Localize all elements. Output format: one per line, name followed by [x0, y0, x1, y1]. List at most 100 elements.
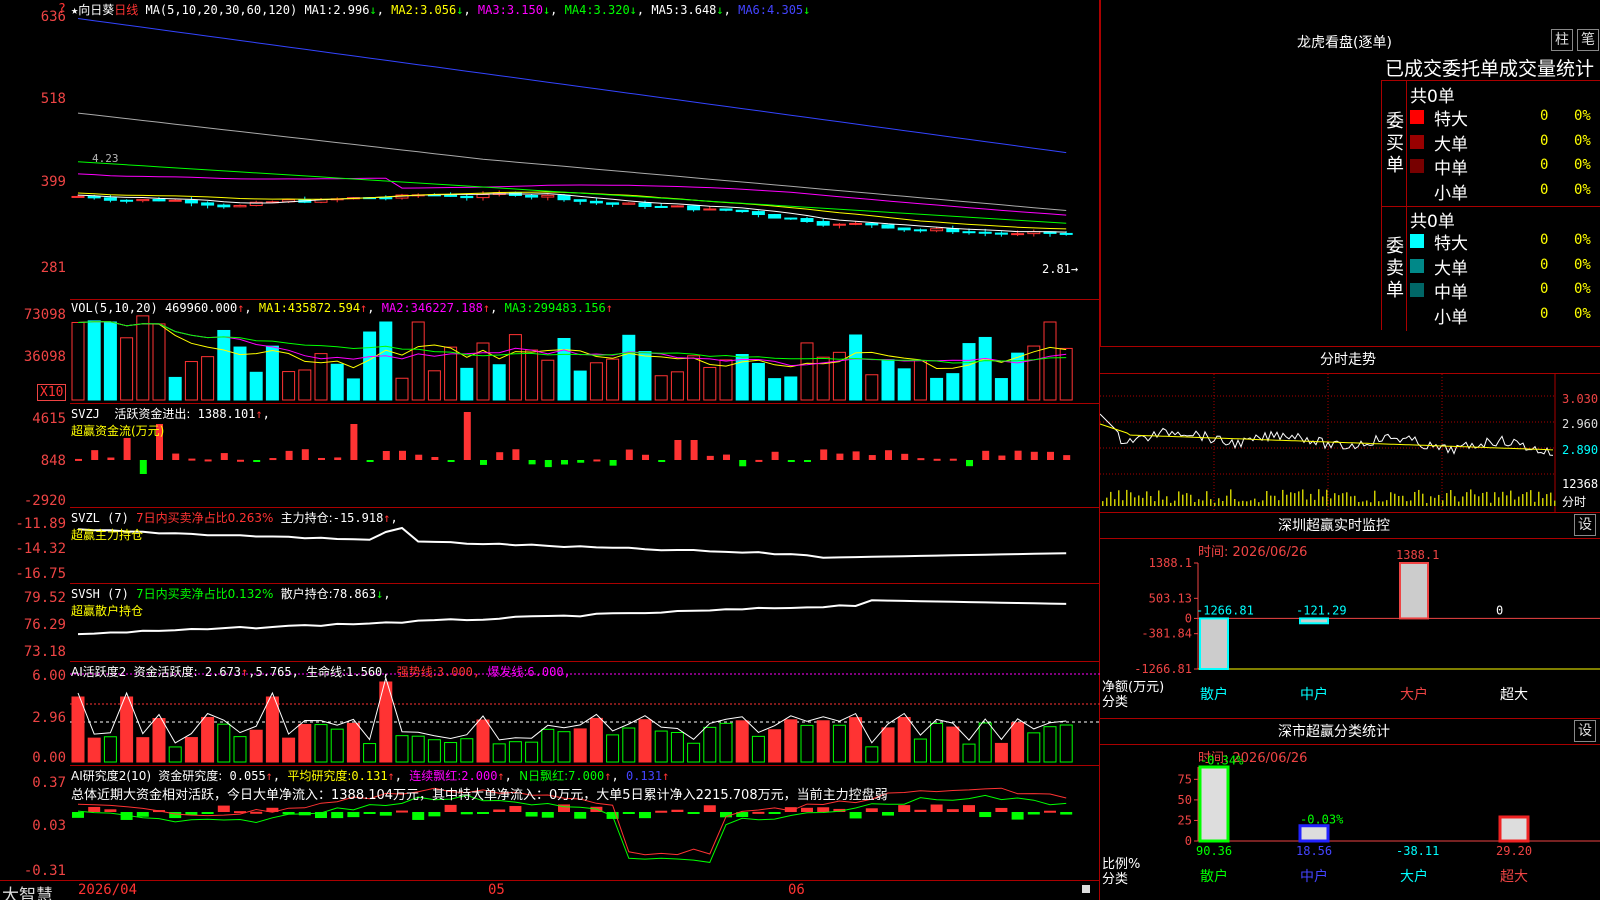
- activity-bar: [525, 741, 539, 763]
- ai1-y-label: 2.96: [32, 710, 66, 726]
- monitor-chart[interactable]: 1388.1 503.13 0 -381.84 -1266.81 -1266.81 散户 -1…: [1100, 513, 1600, 719]
- candle-body: [233, 205, 247, 208]
- ma1-dir: ↓: [369, 3, 377, 17]
- candle-body: [849, 222, 863, 225]
- activity-bar: [654, 730, 668, 763]
- dragon-panel: 龙虎看盘(逐单) 柱 笔 已成交委托单成交量统计 委买单 委卖单 共0单 共0单…: [1100, 0, 1600, 346]
- monitor-ylabel-text: 净额(万元): [1102, 680, 1165, 695]
- volume-bar: [492, 364, 506, 401]
- order-count: 0: [1540, 181, 1549, 198]
- order-pct: 0%: [1574, 181, 1591, 198]
- volume-chart[interactable]: [70, 300, 1100, 404]
- svzl-pane[interactable]: SVZL (7) 7日内买卖净占比0.263% 主力持仓:-15.918↑, 超…: [70, 508, 1100, 584]
- ai-research-pane[interactable]: AI研究度2(10) 资金研究度: 0.055↑, 平均研究度:0.131↑, …: [70, 766, 1100, 880]
- ai2-comment: 总体近期大资金相对活跃，今日大单净流入：1388.104万元，其中特大单净流入：…: [71, 788, 888, 803]
- ai2-lx-label: 连续飘红:: [409, 769, 462, 783]
- svzj-pane[interactable]: SVZJ 活跃资金进出: 1388.101↑, 超赢资金流(万元): [70, 404, 1100, 508]
- volume-bar: [265, 345, 279, 401]
- last-price-value: 2.81: [1042, 262, 1071, 276]
- vol-y-label: 36098: [23, 349, 66, 365]
- activity-bar: [832, 724, 846, 763]
- intraday-volume-bar: [1402, 495, 1404, 506]
- intraday-volume-bar: [1166, 496, 1168, 506]
- kline-chart[interactable]: [70, 0, 1100, 300]
- ma4-dir: ↓: [629, 3, 637, 17]
- intraday-volume-bar: [1290, 492, 1292, 506]
- intraday-volume-bar: [1298, 491, 1300, 506]
- flow-bar: [642, 454, 649, 460]
- ai1-v2: 5.765: [255, 665, 292, 679]
- stock-name[interactable]: ★向日葵: [71, 3, 114, 17]
- intraday-volume-bar: [1466, 492, 1468, 506]
- activity-bar: [751, 735, 765, 763]
- intraday-volume-bar: [1246, 501, 1248, 506]
- tick-mode-button[interactable]: 笔: [1577, 29, 1599, 51]
- monitor-y-label: 1388.1: [1149, 556, 1192, 570]
- intraday-volume-bar: [1262, 500, 1264, 506]
- research-bar: [347, 812, 360, 818]
- activity-bar: [168, 746, 182, 763]
- svzj-header: SVZJ 活跃资金进出: 1388.101↑, 超赢资金流(万元): [71, 407, 270, 438]
- flow-bar: [463, 412, 471, 460]
- intraday-volume-bar: [1378, 501, 1380, 506]
- volume-pane[interactable]: VOL(5,10,20) 469960.000↑, MA1:435872.594…: [70, 300, 1100, 404]
- activity-bar: [784, 719, 798, 763]
- classify-chart[interactable]: 75 50 25 0 -0.34% 90.36 散户 -0.03% 18.56 中户 -38.11 大…: [1100, 719, 1600, 900]
- flow-bar: [949, 458, 957, 461]
- order-pct: 0%: [1574, 256, 1591, 273]
- classify-category-label: 散户: [1200, 868, 1228, 885]
- volume-bar: [622, 334, 636, 401]
- intraday-volume-bar: [1130, 492, 1132, 506]
- volume-bar: [849, 334, 863, 401]
- flow-bar: [609, 460, 617, 466]
- main-y-label: 399: [40, 174, 66, 190]
- volume-bar: [249, 371, 263, 401]
- ai1-name: AI活跃度2: [71, 665, 127, 679]
- intraday-volume-bar: [1458, 501, 1460, 506]
- order-count: 0: [1540, 108, 1549, 124]
- intraday-volume-bar: [1362, 501, 1364, 506]
- classify-value-label: 29.20: [1496, 844, 1532, 858]
- candle-body: [832, 223, 846, 226]
- vol-header: VOL(5,10,20) 469960.000↑, MA1:435872.594…: [71, 301, 613, 315]
- bar-mode-button[interactable]: 柱: [1551, 29, 1573, 51]
- main-kline-pane[interactable]: ★向日葵日线 MA(5,10,20,30,60,120) MA1:2.996↓,…: [70, 0, 1100, 300]
- ai-activity-pane[interactable]: AI活跃度2 资金活跃度: 2.673↑,5.765, 生命线:1.560, 强…: [70, 662, 1100, 766]
- color-swatch: [1410, 134, 1424, 149]
- candle-body: [962, 231, 976, 234]
- monitor-y-label: -1266.81: [1134, 662, 1192, 676]
- app-name: 大智慧: [2, 886, 53, 900]
- volume-bar: [881, 359, 895, 401]
- research-bar: [574, 812, 587, 819]
- flow-bar: [868, 455, 876, 460]
- activity-bar: [573, 728, 587, 763]
- research-bar: [136, 812, 149, 817]
- intraday-volume-bar: [1182, 494, 1184, 506]
- volume-bar: [330, 363, 344, 401]
- intraday-volume-bar: [1314, 499, 1316, 506]
- intraday-volume-bar: [1390, 492, 1392, 506]
- intraday-chart[interactable]: [1100, 374, 1600, 512]
- flow-bar: [852, 451, 860, 460]
- svzl-header: SVZL (7) 7日内买卖净占比0.263% 主力持仓:-15.918↑, 超…: [71, 511, 398, 542]
- svzj-value: 1388.101: [197, 407, 256, 421]
- candle-body: [946, 228, 960, 233]
- activity-bar: [184, 737, 198, 763]
- ma1-line: [77, 193, 1067, 233]
- period-label[interactable]: 日线: [114, 3, 138, 17]
- research-bar: [217, 805, 230, 812]
- intraday-panel: 分时走势 3.030 2.960 2.890 12368 分时: [1100, 346, 1600, 512]
- candle-body: [978, 231, 992, 234]
- intraday-volume-bar: [1162, 499, 1164, 506]
- volume-bar: [994, 378, 1008, 401]
- flow-bar: [787, 460, 795, 462]
- lock-icon[interactable]: [1082, 885, 1090, 893]
- flow-bar: [220, 453, 228, 460]
- intraday-volume-bar: [1274, 495, 1276, 506]
- volume-bar: [638, 351, 652, 401]
- x-label: 06: [788, 882, 805, 898]
- ma5-value: 3.648: [680, 3, 717, 17]
- svsh-pane[interactable]: SVSH (7) 7日内买卖净占比0.132% 散户持仓:78.863↓, 超赢…: [70, 584, 1100, 662]
- activity-bar: [87, 737, 101, 763]
- order-pct: 0%: [1574, 232, 1591, 248]
